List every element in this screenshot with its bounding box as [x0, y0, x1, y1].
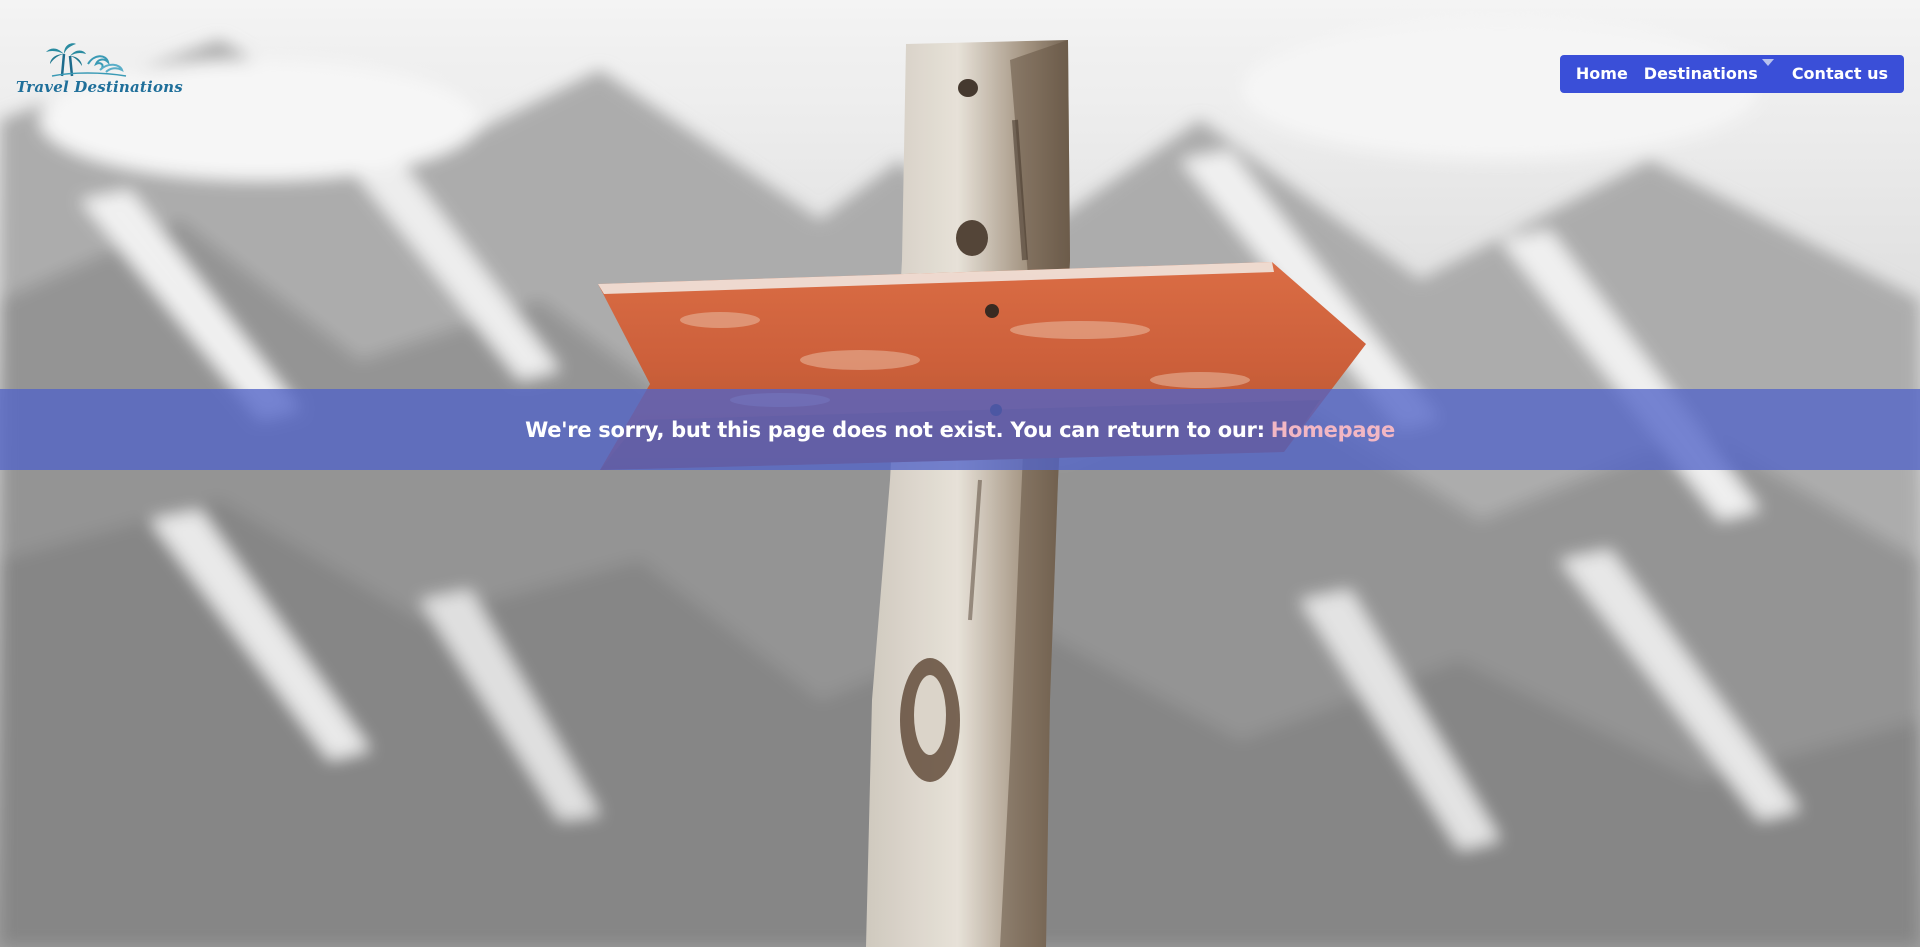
error-message-line: We're sorry, but this page does not exis… — [525, 418, 1395, 442]
palm-tree-logo-icon — [46, 43, 127, 77]
nav-destinations[interactable]: Destinations — [1636, 55, 1784, 93]
nav-home[interactable]: Home — [1568, 55, 1636, 93]
homepage-link[interactable]: Homepage — [1271, 418, 1396, 442]
background-image — [0, 0, 1920, 947]
logo-link[interactable]: Travel Destinations — [14, 42, 183, 102]
nav-destinations-label: Destinations — [1643, 64, 1758, 83]
logo-text: Travel Destinations — [16, 78, 183, 96]
caret-down-icon — [1761, 59, 1774, 66]
main-nav: Home Destinations Contact us — [1559, 55, 1904, 93]
error-banner: We're sorry, but this page does not exis… — [0, 389, 1920, 470]
nav-contact-us[interactable]: Contact us — [1784, 55, 1896, 93]
error-message: We're sorry, but this page does not exis… — [525, 417, 1265, 442]
page: Travel Destinations Home Destinations Co… — [0, 0, 1920, 947]
